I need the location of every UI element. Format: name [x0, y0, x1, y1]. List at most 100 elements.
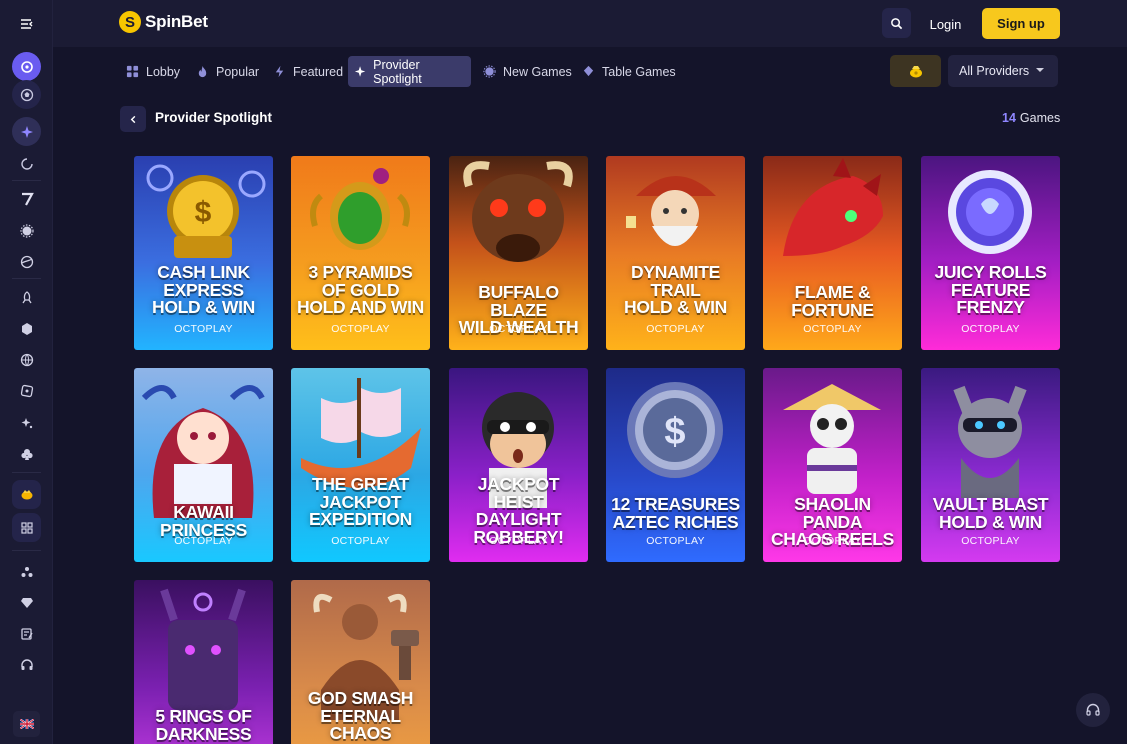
headset-icon [1086, 703, 1100, 716]
sidebar-divider [12, 472, 41, 473]
coins-button[interactable] [890, 55, 941, 87]
club-icon[interactable] [12, 439, 41, 468]
game-tile[interactable]: Shaolin Panda Chaos Reels OCTOPLAY [763, 368, 902, 562]
tab-label: Popular [216, 64, 260, 79]
uk-flag-icon[interactable] [13, 711, 40, 737]
shield-icon[interactable] [12, 376, 41, 405]
back-button[interactable] [120, 106, 146, 132]
support-icon[interactable] [12, 650, 41, 679]
tab-label: Table Games [602, 64, 676, 79]
game-title: Juicy Rolls Feature Frenzy [934, 262, 1047, 317]
game-tile[interactable]: 3 Pyramids of Gold Hold and Win OCTOPLAY [291, 156, 430, 350]
game-art-icon [626, 176, 716, 246]
game-tile[interactable]: Buffalo Blaze Wild Wealth OCTOPLAY [449, 156, 588, 350]
signup-button[interactable]: Sign up [982, 8, 1060, 39]
promo-icon[interactable] [12, 480, 41, 509]
game-provider: OCTOPLAY [646, 323, 705, 335]
tab-provider-spotlight[interactable]: Provider Spotlight [348, 56, 471, 87]
menu-toggle-icon[interactable] [12, 9, 41, 38]
ball-icon[interactable] [12, 247, 41, 276]
search-icon [891, 17, 903, 29]
badge-icon[interactable] [12, 216, 41, 245]
group-icon[interactable] [12, 557, 41, 586]
game-title: The Great Jackpot Expedition [309, 474, 412, 529]
game-title: Cash Link Express Hold & Win [152, 262, 255, 317]
brand-logo[interactable]: S SpinBet [119, 11, 208, 33]
sidebar-divider [12, 180, 41, 181]
coin-bag-icon [909, 66, 922, 78]
game-provider: OCTOPLAY [961, 535, 1020, 547]
tab-label: New Games [503, 64, 572, 79]
game-tile[interactable]: $12 Treasures Aztec Riches OCTOPLAY [606, 368, 745, 562]
rocket-icon[interactable] [12, 283, 41, 312]
grid-icon [126, 65, 139, 78]
casino-chip-icon[interactable] [12, 52, 41, 81]
game-provider: OCTOPLAY [803, 535, 862, 547]
svg-text:$: $ [664, 411, 685, 453]
game-art-icon [783, 158, 883, 256]
search-button[interactable] [882, 8, 911, 38]
game-provider: OCTOPLAY [646, 535, 705, 547]
game-title: Vault Blast Hold & Win [932, 494, 1049, 532]
login-button[interactable]: Login [919, 10, 972, 38]
seven-icon[interactable] [12, 184, 41, 213]
game-tile[interactable]: God Smash Eternal ChaosOCTOPLAY [291, 580, 430, 744]
provider-select-value: All Providers [959, 64, 1030, 78]
game-title: Dynamite Trail Hold & Win [624, 262, 727, 317]
sidebar-divider [12, 278, 41, 279]
games-count: 14 Games [1002, 111, 1060, 125]
game-tile[interactable]: Vault Blast Hold & Win OCTOPLAY [921, 368, 1060, 562]
chevron-down-icon [1036, 68, 1044, 72]
chip-icon [583, 65, 594, 77]
diamond-icon[interactable] [12, 588, 41, 617]
sparkle-icon[interactable] [12, 117, 41, 146]
tab-popular[interactable]: Popular [190, 56, 265, 87]
top-header: S SpinBet Login Sign up [53, 0, 1127, 47]
tab-new-games[interactable]: New Games [477, 56, 578, 87]
game-title: 3 Pyramids of Gold Hold and Win [297, 262, 424, 317]
tab-table-games[interactable]: Table Games [576, 56, 682, 87]
game-provider: OCTOPLAY [174, 323, 233, 335]
tab-lobby[interactable]: Lobby [120, 56, 186, 87]
game-tile[interactable]: 5 Rings of DarknessOCTOPLAY [134, 580, 273, 744]
provider-select[interactable]: All Providers [948, 55, 1058, 87]
game-title: 12 Treasures Aztec Riches [611, 494, 740, 532]
notes-icon[interactable] [12, 619, 41, 648]
loading-icon[interactable] [12, 149, 41, 178]
game-provider: OCTOPLAY [489, 323, 548, 335]
game-provider: OCTOPLAY [331, 323, 390, 335]
game-tile[interactable]: $ Cash Link Express Hold & Win OCTOPLAY [134, 156, 273, 350]
game-tile[interactable]: The Great Jackpot Expedition OCTOPLAY [291, 368, 430, 562]
game-provider: OCTOPLAY [489, 535, 548, 547]
sidebar [0, 0, 53, 744]
sidebar-divider [12, 550, 41, 551]
sparkle-icon [354, 66, 366, 77]
chevron-left-icon [130, 115, 135, 123]
game-title: Flame & Fortune [791, 282, 874, 320]
tab-label: Provider Spotlight [373, 57, 422, 86]
game-art-icon [948, 170, 1032, 254]
globe-icon[interactable] [12, 345, 41, 374]
game-provider: OCTOPLAY [331, 535, 390, 547]
game-provider: OCTOPLAY [174, 535, 233, 547]
brand-name: SpinBet [145, 12, 208, 31]
game-tile[interactable]: Juicy Rolls Feature Frenzy OCTOPLAY [921, 156, 1060, 350]
support-chat-button[interactable] [1076, 693, 1110, 727]
dice-icon[interactable] [12, 314, 41, 343]
game-title: 5 Rings of Darkness [155, 706, 252, 744]
game-tile[interactable]: Jackpot Heist Daylight Robbery! OCTOPLAY [449, 368, 588, 562]
apps-icon[interactable] [12, 513, 41, 542]
game-art-icon [953, 385, 1027, 498]
game-art-icon: $ [146, 164, 266, 258]
game-title: Kawaii Princess [159, 502, 248, 540]
game-tile[interactable]: Kawaii Princess OCTOPLAY [134, 368, 273, 562]
page-title: Provider Spotlight [155, 110, 273, 125]
game-tile[interactable]: Dynamite Trail Hold & Win OCTOPLAY [606, 156, 745, 350]
games-count-number: 14 [1002, 111, 1016, 125]
game-art-icon [301, 378, 421, 488]
logo-mark-icon: S [119, 11, 141, 33]
game-tile[interactable]: Flame & Fortune OCTOPLAY [763, 156, 902, 350]
tab-featured[interactable]: Featured [267, 56, 349, 87]
magic-icon[interactable] [12, 408, 41, 437]
soccer-icon[interactable] [12, 80, 41, 109]
